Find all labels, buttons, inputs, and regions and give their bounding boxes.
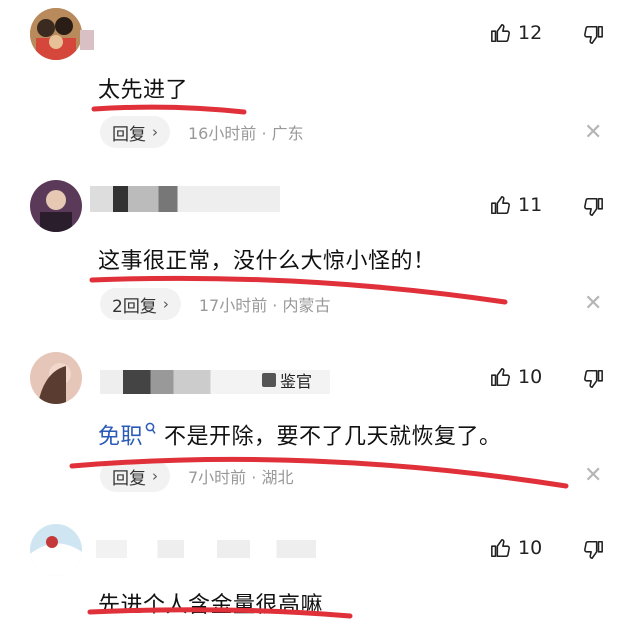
comment-body: 免职 不是开除，要不了几天就恢复了。: [98, 416, 502, 450]
thumbs-up-icon: [491, 23, 510, 43]
like-count: 10: [518, 366, 543, 388]
comment-meta: 2回复 › 17小时前 · 内蒙古: [100, 288, 330, 320]
close-icon[interactable]: ✕: [584, 293, 602, 315]
avatar[interactable]: [30, 524, 82, 576]
comment-text: 先进个人含金量很高嘛: [98, 593, 324, 618]
time-location: 17小时前 · 内蒙古: [198, 296, 331, 315]
badge-label: 鉴官: [280, 372, 313, 391]
reply-button[interactable]: 回复 ›: [100, 460, 170, 492]
close-icon[interactable]: ✕: [584, 122, 602, 144]
time-location: 16小时前 · 广东: [188, 124, 304, 143]
like-count: 10: [518, 537, 543, 559]
reply-label: 回复: [112, 124, 146, 145]
chevron-right-icon: ›: [152, 467, 158, 485]
comment-text: 不是开除，要不了几天就恢复了。: [164, 424, 502, 450]
thumbs-down-icon: [584, 25, 603, 45]
keyword-link[interactable]: 免职: [98, 424, 143, 449]
thumbs-up-icon: [491, 538, 510, 558]
avatar-image-icon: [30, 180, 82, 232]
username-blurred[interactable]: [90, 186, 280, 212]
like-button[interactable]: 10: [490, 537, 542, 559]
dislike-button[interactable]: [582, 368, 604, 394]
thumbs-down-icon: [584, 540, 603, 560]
comment-text: 这事很正常，没什么大惊小怪的！: [98, 249, 436, 274]
search-icon[interactable]: [145, 416, 156, 441]
reply-label: 2回复: [112, 296, 157, 317]
avatar-image-icon: [30, 8, 82, 60]
reply-label: 回复: [112, 468, 146, 489]
thumbs-up-icon: [491, 367, 510, 387]
close-icon[interactable]: ✕: [584, 465, 602, 487]
username-blurred[interactable]: [80, 30, 94, 50]
chevron-right-icon: ›: [152, 123, 158, 141]
avatar[interactable]: [30, 8, 82, 60]
reply-button[interactable]: 2回复 ›: [100, 288, 181, 320]
thumbs-down-icon: [584, 197, 603, 217]
like-count: 12: [518, 22, 543, 44]
user-badge: 鉴官: [262, 368, 312, 392]
underline-stroke: [91, 104, 247, 115]
comment-meta: 回复 › 7小时前 · 湖北: [100, 460, 293, 492]
dislike-button[interactable]: [582, 539, 604, 565]
badge-icon: [262, 373, 276, 387]
like-button[interactable]: 10: [490, 366, 542, 388]
avatar-image-icon: [30, 352, 82, 404]
like-button[interactable]: 12: [490, 22, 542, 44]
thumbs-down-icon: [584, 369, 603, 389]
like-button[interactable]: 11: [490, 194, 542, 216]
avatar[interactable]: [30, 180, 82, 232]
dislike-button[interactable]: [582, 196, 604, 222]
thumbs-up-icon: [491, 195, 510, 215]
chevron-right-icon: ›: [162, 295, 169, 313]
username-blurred[interactable]: [96, 540, 316, 558]
reply-button[interactable]: 回复 ›: [100, 116, 170, 148]
like-count: 11: [518, 194, 543, 216]
avatar[interactable]: [30, 352, 82, 404]
dislike-button[interactable]: [582, 24, 604, 50]
comment-text: 太先进了: [98, 78, 189, 103]
avatar-image-icon: [30, 524, 82, 576]
comment-meta: 回复 › 16小时前 · 广东: [100, 116, 304, 148]
time-location: 7小时前 · 湖北: [188, 468, 294, 487]
